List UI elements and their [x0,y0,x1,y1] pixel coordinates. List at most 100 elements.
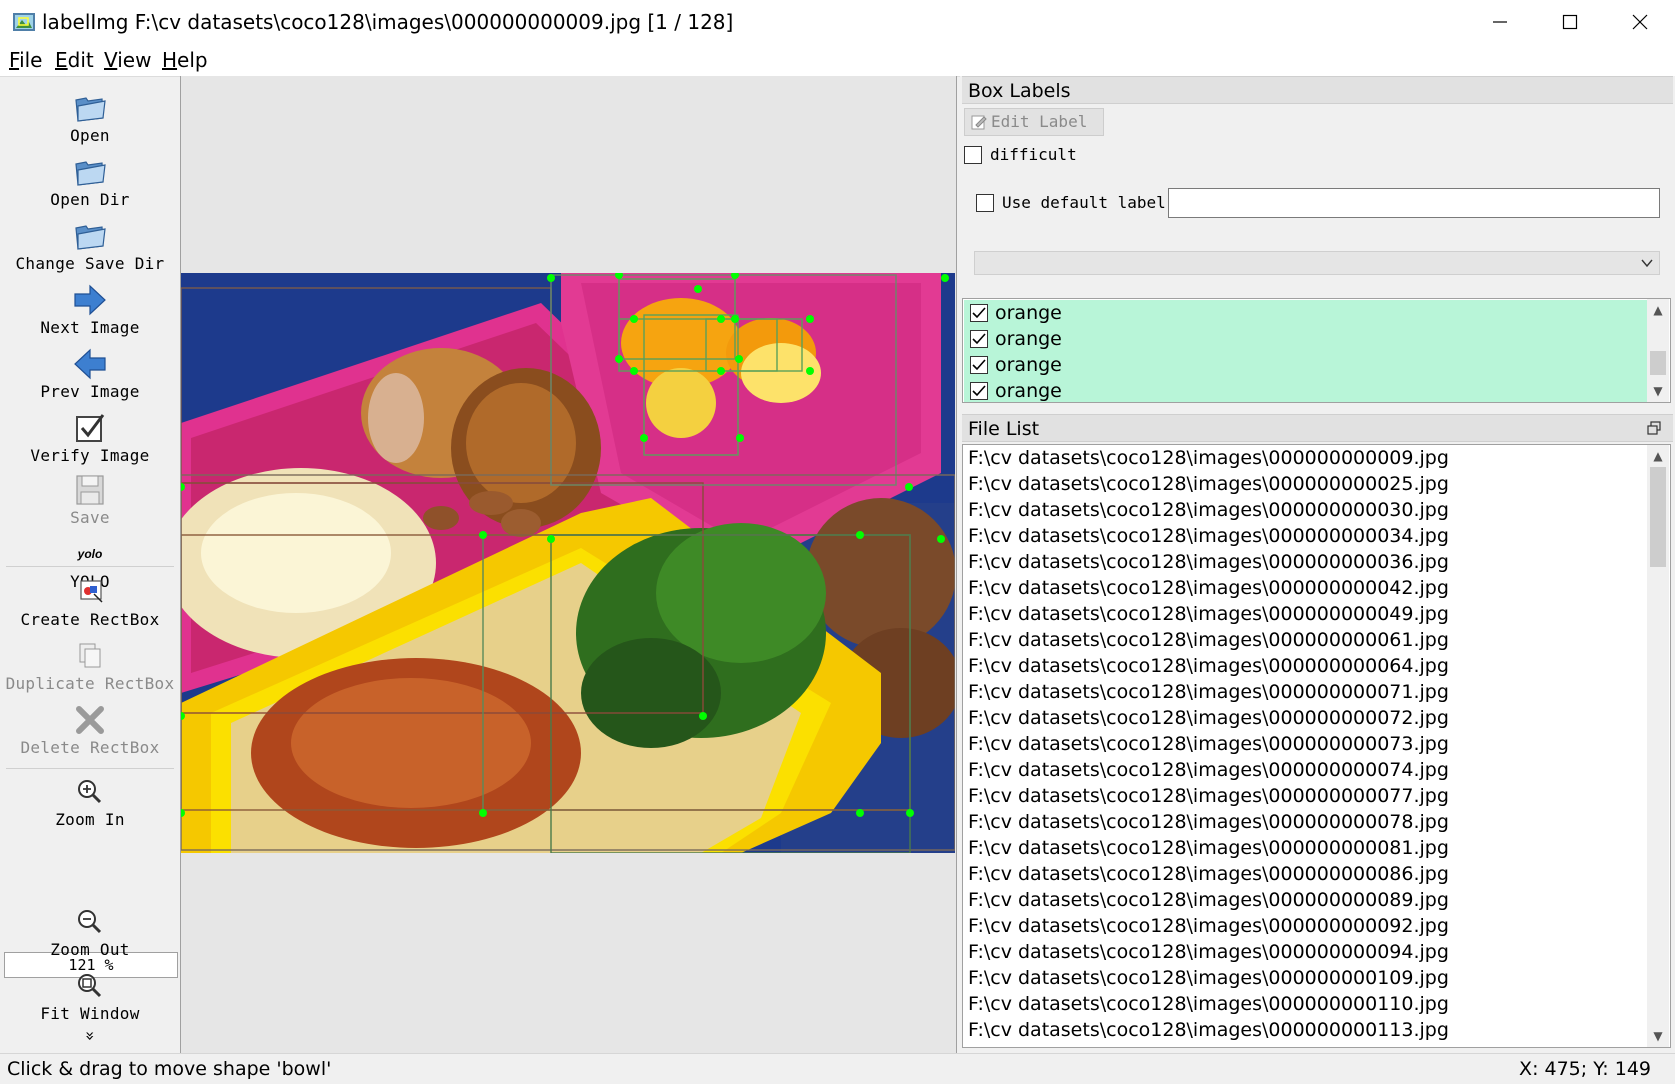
folder-open-icon [75,97,106,122]
zoom-in-button[interactable]: Zoom In [2,774,178,830]
window-title: labelImg F:\cv datasets\coco128\images\0… [42,10,734,34]
label-visible-checkbox[interactable] [970,330,988,348]
fit-window-button[interactable]: Fit Window [2,968,178,1024]
save-label: Save [70,508,110,527]
minimize-button[interactable] [1465,0,1535,44]
arrow-left-icon [74,348,106,380]
file-list-item[interactable]: F:\cv datasets\coco128\images\0000000000… [968,472,1449,496]
scrollbar-thumb[interactable] [1650,351,1666,375]
label-list-scrollbar[interactable]: ▲ ▼ [1647,299,1669,402]
file-list[interactable]: F:\cv datasets\coco128\images\0000000000… [962,444,1671,1048]
file-list-item[interactable]: F:\cv datasets\coco128\images\0000000001… [968,966,1449,990]
label-text: orange [995,380,1062,402]
label-list[interactable]: orange orange orange orange ▲ ▼ [962,298,1671,403]
right-dock: Box Labels Edit Label difficult Use defa… [960,76,1675,1053]
file-list-title: File List [962,414,1673,442]
folder-open-icon [75,161,106,186]
menu-bar: File Edit View Help [0,44,1675,77]
file-list-item[interactable]: F:\cv datasets\coco128\images\0000000000… [968,654,1449,678]
file-list-item[interactable]: F:\cv datasets\coco128\images\0000000000… [968,706,1449,730]
check-icon [972,385,986,397]
file-list-item[interactable]: F:\cv datasets\coco128\images\0000000000… [968,784,1449,808]
scroll-down-arrow-icon[interactable]: ▼ [1647,1025,1669,1047]
label-visible-checkbox[interactable] [970,382,988,400]
file-list-item[interactable]: F:\cv datasets\coco128\images\0000000000… [968,888,1449,912]
label-row[interactable]: orange [964,326,1649,352]
delete-x-icon [76,706,104,734]
use-default-label-checkbox[interactable] [976,194,994,212]
next-image-button[interactable]: Next Image [2,282,178,338]
file-list-item[interactable]: F:\cv datasets\coco128\images\0000000000… [968,524,1449,548]
check-icon [972,333,986,345]
next-image-label: Next Image [40,318,140,337]
label-text: orange [995,354,1062,376]
label-visible-checkbox[interactable] [970,356,988,374]
label-row[interactable]: orange [964,300,1649,326]
file-list-item[interactable]: F:\cv datasets\coco128\images\0000000000… [968,602,1449,626]
file-list-item[interactable]: F:\cv datasets\coco128\images\0000000001… [968,992,1449,1016]
prev-image-label: Prev Image [40,382,140,401]
scroll-up-arrow-icon[interactable]: ▲ [1647,445,1669,467]
maximize-button[interactable] [1535,0,1605,44]
create-rectbox-label: Create RectBox [20,610,160,629]
zoom-out-button[interactable]: Zoom Out [2,904,178,960]
scroll-down-arrow-icon[interactable]: ▼ [1647,380,1669,402]
menu-edit[interactable]: Edit [55,48,94,72]
duplicate-rectbox-button[interactable]: Duplicate RectBox [2,638,178,694]
open-label: Open [70,126,110,145]
label-row[interactable]: orange [964,352,1649,378]
difficult-label: difficult [990,145,1077,164]
file-list-item[interactable]: F:\cv datasets\coco128\images\0000000000… [968,446,1449,470]
default-label-input[interactable] [1168,188,1660,218]
create-rectbox-icon [80,580,103,603]
label-visible-checkbox[interactable] [970,304,988,322]
toolbar-more-button[interactable]: » [2,1026,178,1046]
file-list-item[interactable]: F:\cv datasets\coco128\images\0000000000… [968,576,1449,600]
floppy-disk-icon [76,475,104,505]
file-list-item[interactable]: F:\cv datasets\coco128\images\0000000000… [968,836,1449,860]
file-list-item[interactable]: F:\cv datasets\coco128\images\0000000000… [968,914,1449,938]
folder-open-icon [75,225,106,250]
file-list-item[interactable]: F:\cv datasets\coco128\images\0000000000… [968,732,1449,756]
save-button[interactable]: Save [2,472,178,528]
arrow-right-icon [74,284,106,316]
file-list-item[interactable]: F:\cv datasets\coco128\images\0000000000… [968,498,1449,522]
file-list-item[interactable]: F:\cv datasets\coco128\images\0000000000… [968,810,1449,834]
chevron-down-icon [1641,259,1653,268]
file-list-item[interactable]: F:\cv datasets\coco128\images\0000000000… [968,550,1449,574]
open-dir-button[interactable]: Open Dir [2,154,178,210]
change-save-dir-button[interactable]: Change Save Dir [2,218,178,274]
cursor-coordinates: X: 475; Y: 149 [1519,1058,1651,1080]
prev-image-button[interactable]: Prev Image [2,346,178,402]
file-list-scrollbar[interactable]: ▲ ▼ [1647,445,1669,1047]
annotated-image[interactable] [181,273,955,853]
file-list-item[interactable]: F:\cv datasets\coco128\images\0000000000… [968,940,1449,964]
file-list-item[interactable]: F:\cv datasets\coco128\images\0000000000… [968,680,1449,704]
scrollbar-thumb[interactable] [1650,467,1666,567]
close-button[interactable] [1605,0,1675,44]
box-labels-title: Box Labels [962,76,1673,104]
menu-view[interactable]: View [104,48,151,72]
zoom-in-icon [78,780,102,804]
file-list-item[interactable]: F:\cv datasets\coco128\images\0000000000… [968,862,1449,886]
dock-float-icon[interactable] [1647,421,1661,435]
file-list-item[interactable]: F:\cv datasets\coco128\images\0000000000… [968,758,1449,782]
zoom-out-icon [78,910,102,934]
delete-rectbox-button[interactable]: Delete RectBox [2,702,178,758]
title-bar: labelImg F:\cv datasets\coco128\images\0… [0,0,1675,44]
create-rectbox-button[interactable]: Create RectBox [2,574,178,630]
open-button[interactable]: Open [2,90,178,146]
file-list-item[interactable]: F:\cv datasets\coco128\images\0000000001… [968,1018,1449,1042]
image-canvas[interactable] [180,76,957,1053]
toolbar-separator [6,566,174,567]
copy-icon [79,643,101,668]
verify-image-button[interactable]: Verify Image [2,410,178,466]
menu-file[interactable]: File [9,48,42,72]
file-list-item[interactable]: F:\cv datasets\coco128\images\0000000000… [968,628,1449,652]
label-combo-box[interactable] [974,251,1660,275]
menu-help[interactable]: Help [162,48,208,72]
difficult-checkbox[interactable] [964,146,982,164]
label-row[interactable]: orange [964,378,1649,402]
edit-label-button[interactable]: Edit Label [964,108,1104,136]
scroll-up-arrow-icon[interactable]: ▲ [1647,299,1669,321]
